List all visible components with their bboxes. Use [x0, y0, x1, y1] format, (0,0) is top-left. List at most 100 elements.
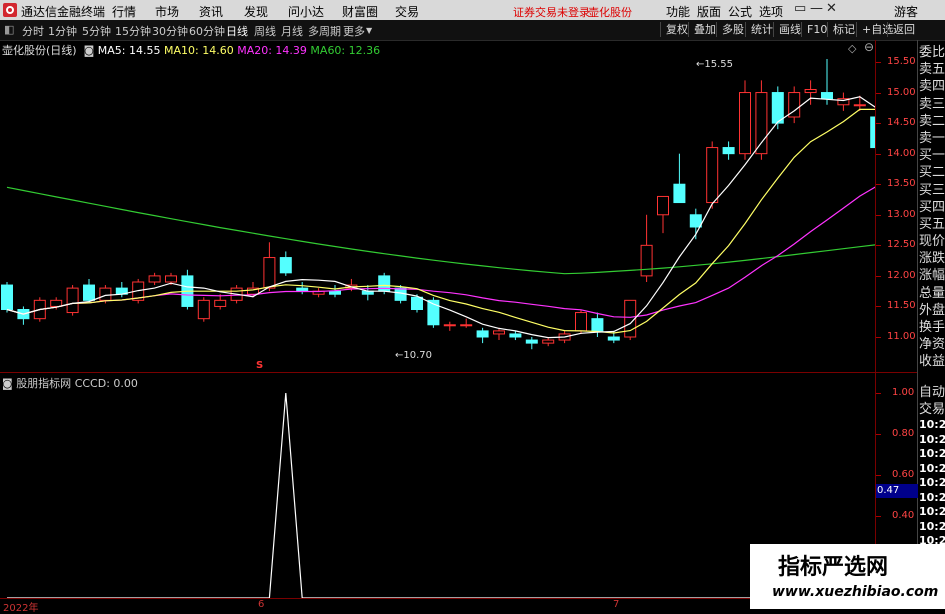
candle[interactable]: [722, 141, 735, 160]
candle[interactable]: [17, 306, 30, 325]
price-tick-mark: [876, 62, 881, 63]
candle[interactable]: [542, 337, 555, 347]
period-multi[interactable]: 多周期: [308, 23, 341, 39]
trade-time: 10:26: [919, 447, 945, 460]
trade-time: 10:26: [919, 418, 945, 431]
x-label-year: 2022年: [3, 603, 39, 614]
period-30min[interactable]: 30分钟: [152, 23, 188, 39]
close-icon[interactable]: ✕: [826, 1, 837, 16]
menu-trade[interactable]: 交易: [395, 3, 419, 20]
menu-news[interactable]: 资讯: [199, 3, 223, 20]
candle[interactable]: [591, 312, 604, 337]
period-intraday[interactable]: 分时: [22, 23, 44, 39]
menu-layout[interactable]: 版面: [697, 3, 721, 20]
side-panel-item: 卖二: [919, 113, 945, 129]
candle[interactable]: [279, 251, 292, 276]
candle[interactable]: [493, 327, 505, 341]
trade-time: 10:26: [919, 461, 945, 475]
candle-body-down: [591, 318, 604, 332]
guest-user[interactable]: 游客: [894, 3, 918, 20]
ma60-line: [6, 186, 875, 275]
dividend-marker[interactable]: S: [256, 360, 263, 371]
side-panel-item: 买二: [919, 165, 945, 181]
candle[interactable]: [66, 285, 79, 316]
candle[interactable]: [837, 92, 850, 111]
side-panel-item: 换手: [919, 320, 945, 335]
price-tick-mark: [876, 245, 881, 247]
period-60min[interactable]: 60分钟: [189, 23, 225, 39]
panel-toggle-icon[interactable]: ◧: [4, 23, 14, 36]
menu-ask-xiaoda[interactable]: 问小达: [288, 3, 324, 20]
side-panel-item: 涨跌: [919, 251, 945, 267]
side-panel-item[interactable]: 交易: [919, 401, 945, 418]
candle[interactable]: [263, 242, 276, 292]
candle[interactable]: [788, 86, 801, 124]
price-tick-mark: [876, 337, 881, 338]
menu-market-quotes[interactable]: 行情: [112, 3, 136, 20]
candle[interactable]: [525, 337, 538, 350]
candle[interactable]: [181, 269, 194, 310]
window-menu-icon[interactable]: ▭: [794, 1, 806, 16]
candle[interactable]: [640, 214, 653, 282]
candle[interactable]: [476, 327, 489, 344]
quote-side-panel: 委比 卖五 卖四 卖三 卖二 卖一 买一 买二 买三 买四 买五 现价 涨跌 涨幅 总量 外盘 换手 净资 收益: [919, 44, 945, 371]
candle[interactable]: [673, 153, 686, 204]
login-notice[interactable]: 证券交易未登录: [513, 4, 590, 20]
candle-body-down: [411, 296, 423, 310]
candle-body-up: [804, 89, 817, 94]
period-15min[interactable]: 15分钟: [115, 23, 151, 39]
menu-discover[interactable]: 发现: [244, 3, 268, 20]
period-1min[interactable]: 1分钟: [48, 23, 77, 39]
trade-time: 10:27: [919, 476, 945, 489]
menu-wealth-circle[interactable]: 财富圈: [342, 3, 378, 20]
menu-formula[interactable]: 公式: [728, 3, 752, 20]
price-tick-label: 12.00: [887, 269, 916, 281]
watermark-title: 指标严选网: [778, 555, 889, 580]
more-dropdown-icon[interactable]: ▼: [366, 26, 372, 35]
period-daily[interactable]: 日线: [226, 23, 248, 39]
candle-body-up: [575, 312, 587, 332]
side-panel-item[interactable]: 自动: [919, 384, 945, 401]
price-tick-label: 14.50: [887, 117, 916, 129]
period-more[interactable]: 更多: [343, 23, 365, 39]
candle[interactable]: [312, 288, 325, 298]
period-weekly[interactable]: 周线: [254, 23, 276, 39]
minimize-icon[interactable]: —: [810, 1, 823, 16]
price-tick-mark: [876, 306, 881, 308]
candle[interactable]: [148, 272, 161, 286]
title-bar: 通达信金融终端 行情 市场 资讯 发现 问小达 财富圈 交易 证券交易未登录 壶…: [0, 0, 945, 20]
candle-body-down: [821, 92, 833, 100]
menu-market[interactable]: 市场: [155, 3, 179, 20]
candle[interactable]: [657, 195, 669, 234]
candle[interactable]: [1, 282, 13, 313]
candle[interactable]: [870, 111, 875, 151]
kline-chart[interactable]: [0, 40, 875, 372]
candle[interactable]: [411, 294, 423, 313]
candle-body-down: [296, 287, 309, 292]
menu-function[interactable]: 功能: [666, 3, 690, 20]
date-axis: 2022年 6 7: [0, 598, 875, 614]
side-panel-item: 卖三: [919, 96, 945, 112]
menu-options[interactable]: 选项: [759, 3, 783, 20]
candle[interactable]: [821, 58, 833, 105]
candle[interactable]: [214, 294, 227, 310]
candle-body-down: [722, 147, 735, 155]
current-stock-name: 壶化股份: [588, 6, 632, 19]
candle-body-up: [460, 324, 473, 327]
period-5min[interactable]: 5分钟: [82, 23, 111, 39]
candle-body-up: [493, 330, 505, 335]
candle-body-up: [739, 92, 751, 155]
candle[interactable]: [443, 321, 456, 331]
candle[interactable]: [739, 80, 751, 160]
candle[interactable]: [296, 282, 309, 295]
candle[interactable]: [361, 285, 374, 301]
candle-body-down: [525, 339, 538, 344]
period-monthly[interactable]: 月线: [281, 23, 303, 39]
indicator-chart[interactable]: [0, 373, 875, 599]
candle[interactable]: [460, 318, 473, 328]
side-panel-item: 买三: [919, 182, 945, 198]
candle-body-down: [870, 116, 875, 149]
button-back[interactable]: 返回: [887, 22, 920, 37]
indicator-tick-mark: [876, 475, 881, 476]
candle[interactable]: [197, 297, 210, 322]
